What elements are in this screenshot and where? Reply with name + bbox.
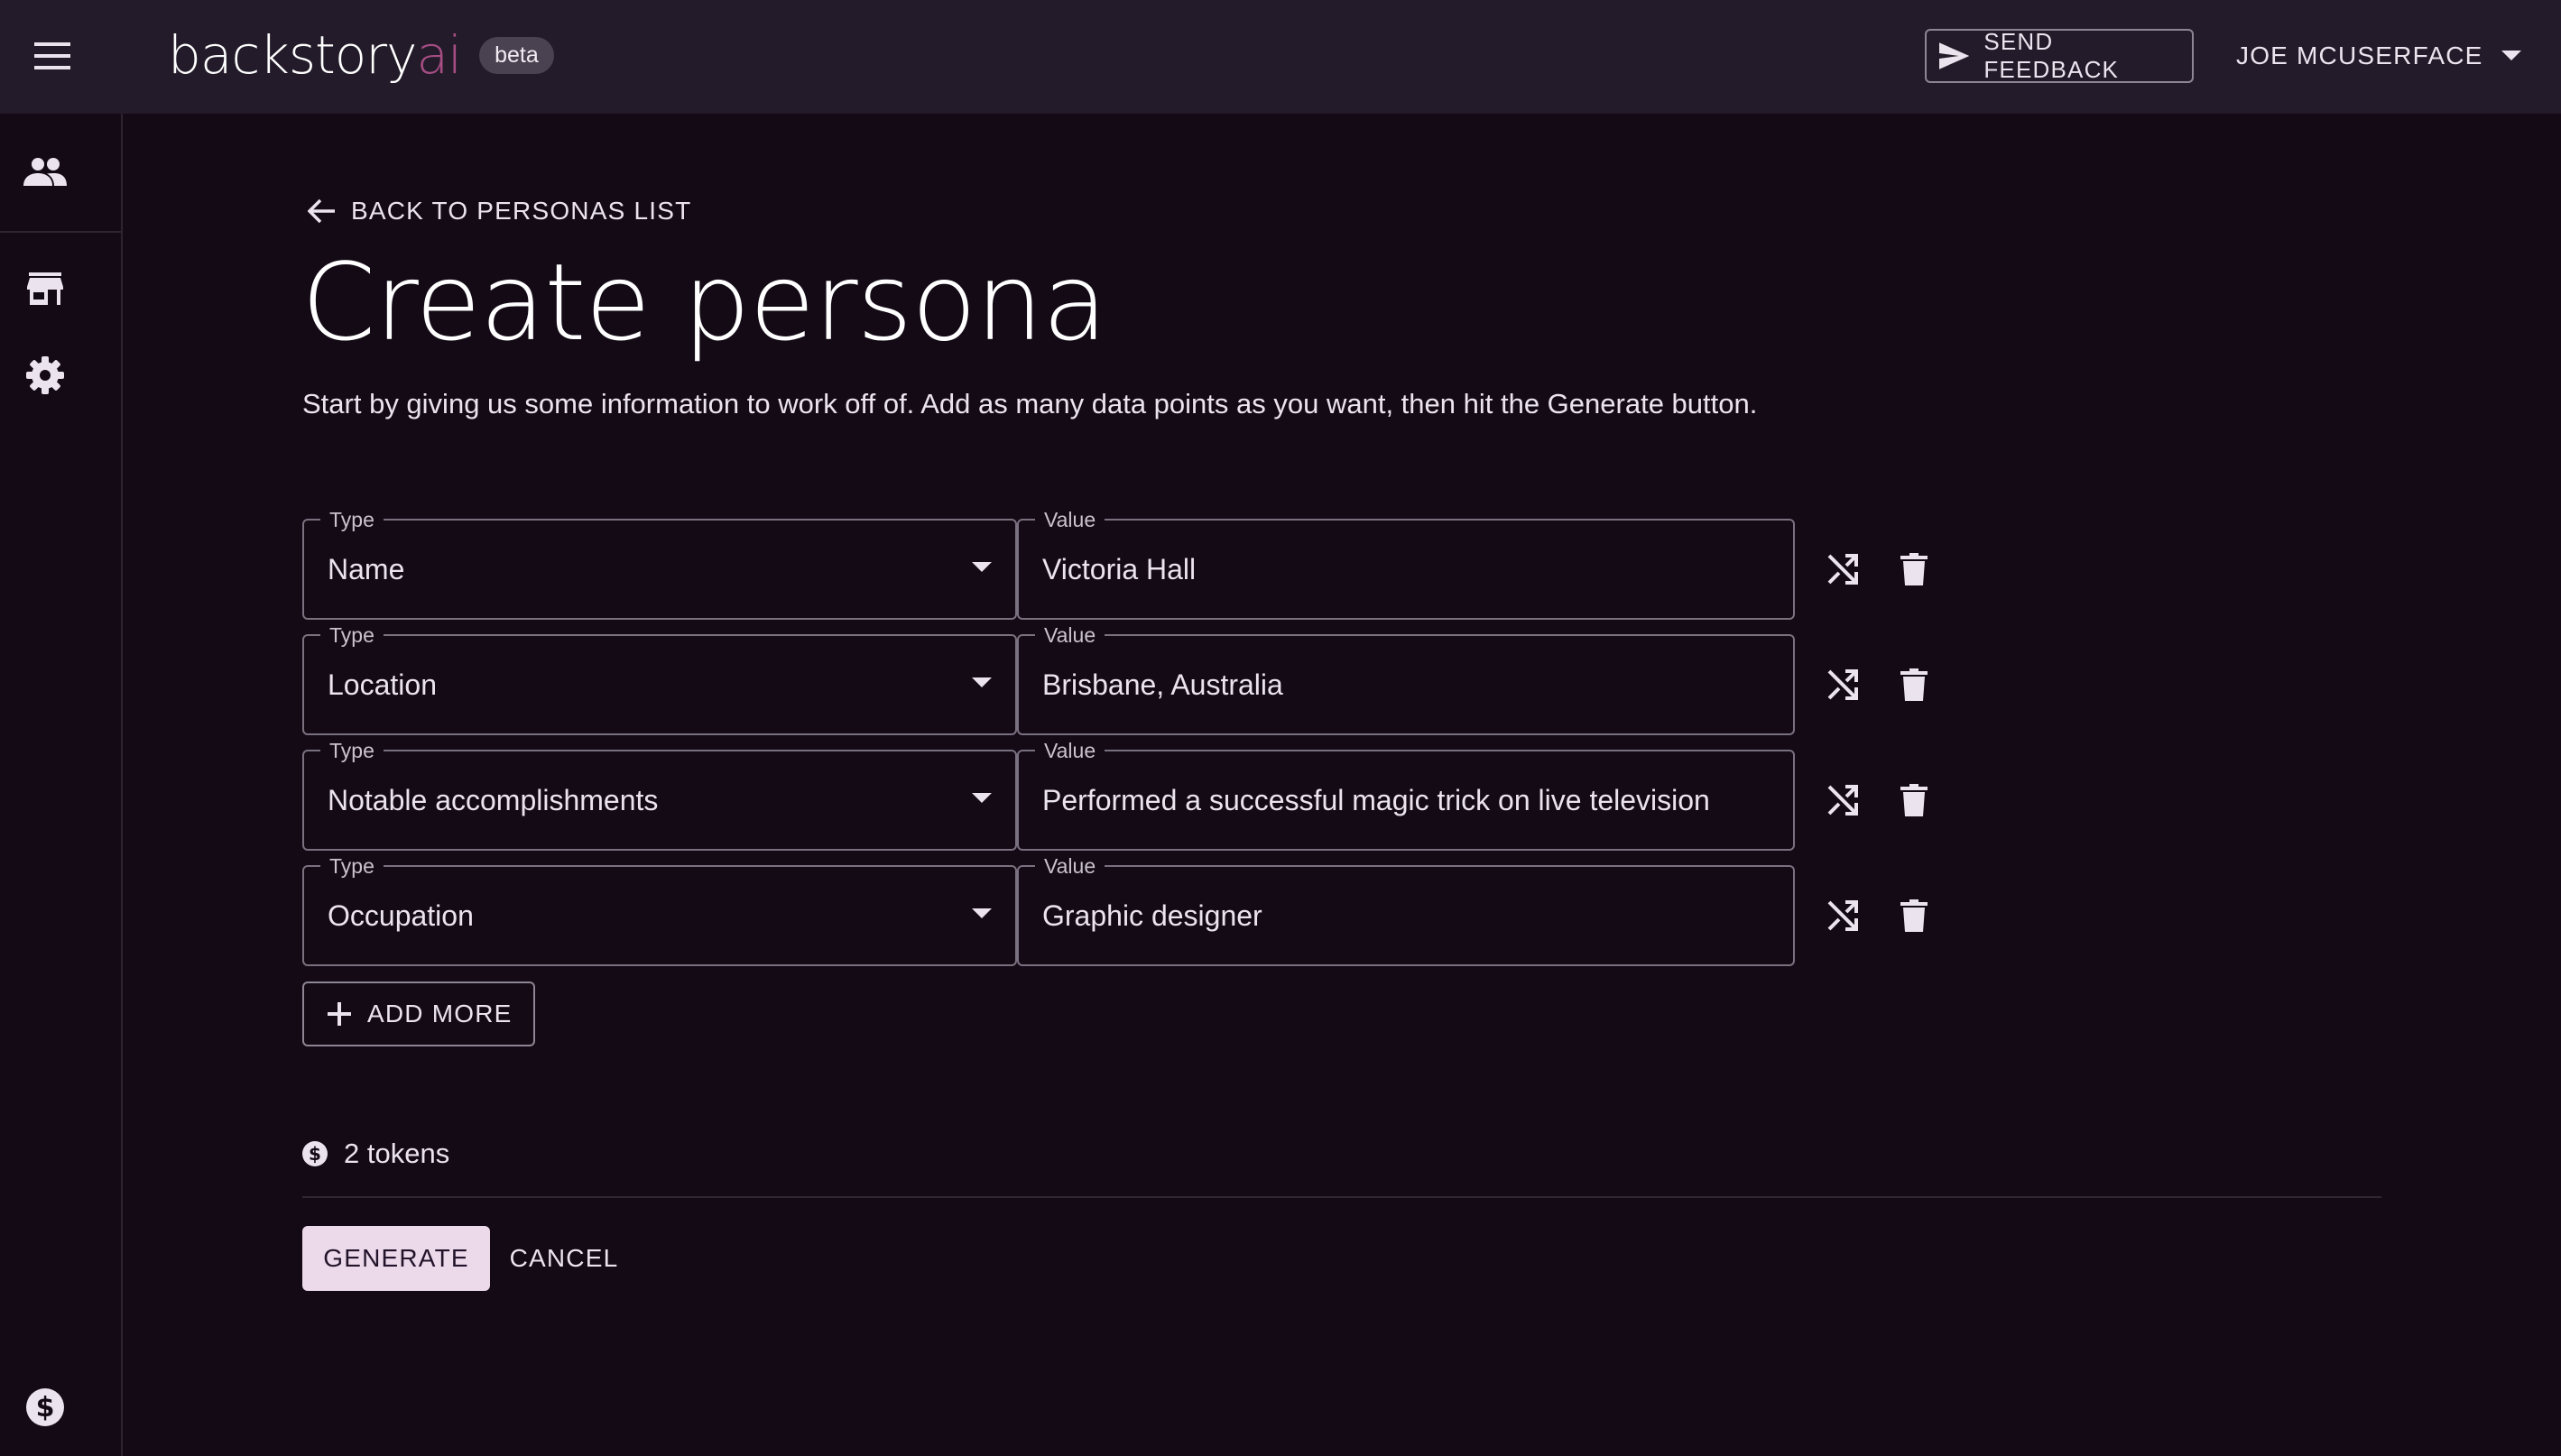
sidebar-item-store[interactable]: [16, 260, 74, 318]
dropdown-arrow-icon: [972, 562, 992, 572]
type-value: Occupation: [328, 898, 474, 932]
value-input[interactable]: Value Victoria Hall: [1017, 508, 1795, 620]
dropdown-arrow-icon: [972, 793, 992, 803]
user-name: JOE MCUSERFACE: [2236, 41, 2483, 69]
cancel-button[interactable]: CANCEL: [505, 1226, 623, 1291]
value-text: Brisbane, Australia: [1042, 668, 1283, 701]
actions-divider: [302, 1196, 2381, 1198]
type-select[interactable]: Type Name: [302, 508, 1017, 620]
dollar-circle-icon: $: [302, 1141, 328, 1166]
dollar-circle-icon: $: [26, 1388, 64, 1426]
hamburger-menu-icon: [34, 42, 70, 69]
sidebar: $: [0, 114, 123, 1456]
delete-button[interactable]: [1887, 542, 1941, 596]
sidebar-item-personas[interactable]: [16, 143, 74, 200]
trash-icon: [1900, 899, 1928, 932]
data-point-row: Type Occupation Value Graphic designer: [302, 854, 2071, 966]
send-icon: [1939, 42, 1970, 69]
delete-button[interactable]: [1887, 889, 1941, 943]
shuffle-icon: [1827, 669, 1858, 700]
send-feedback-button[interactable]: SEND FEEDBACK: [1925, 28, 2194, 83]
page-title: Create persona: [301, 240, 1107, 364]
page-subtitle: Start by giving us some information to w…: [302, 388, 1758, 419]
shuffle-button[interactable]: [1816, 658, 1870, 712]
app-bar: backstory ai beta SEND FEEDBACK JOE MCUSE…: [0, 0, 2561, 114]
trash-icon: [1900, 668, 1928, 701]
shuffle-icon: [1827, 900, 1858, 931]
delete-button[interactable]: [1887, 773, 1941, 827]
sidebar-item-billing[interactable]: $: [16, 1378, 74, 1436]
dropdown-arrow-icon: [972, 908, 992, 918]
token-cost: $ 2 tokens: [302, 1134, 449, 1174]
sidebar-divider: [0, 231, 121, 233]
value-text: Graphic designer: [1042, 898, 1262, 932]
user-menu[interactable]: JOE MCUSERFACE: [2236, 31, 2521, 81]
dropdown-arrow-icon: [972, 677, 992, 687]
sidebar-item-settings[interactable]: [16, 346, 74, 404]
arrow-left-icon: [308, 198, 335, 224]
trash-icon: [1900, 553, 1928, 585]
value-input[interactable]: Value Brisbane, Australia: [1017, 623, 1795, 735]
people-icon: [23, 158, 67, 186]
shuffle-button[interactable]: [1816, 542, 1870, 596]
shuffle-icon: [1827, 554, 1858, 585]
type-value: Notable accomplishments: [328, 783, 659, 816]
data-point-row: Type Location Value Brisbane, Australia: [302, 623, 2071, 735]
svg-text:$: $: [309, 1143, 321, 1165]
gear-icon: [26, 356, 64, 394]
caret-down-icon: [2501, 51, 2521, 60]
back-link-label: BACK TO PERSONAS LIST: [351, 197, 692, 225]
app-logo[interactable]: backstory ai beta: [168, 23, 554, 87]
data-point-row: Type Name Value Victoria Hall: [302, 508, 2071, 620]
value-input[interactable]: Value Performed a successful magic trick…: [1017, 739, 1795, 851]
shuffle-button[interactable]: [1816, 773, 1870, 827]
token-count: 2 tokens: [344, 1138, 450, 1169]
value-text: Performed a successful magic trick on li…: [1042, 783, 1710, 816]
value-text: Victoria Hall: [1042, 552, 1197, 585]
send-feedback-label: SEND FEEDBACK: [1983, 28, 2120, 83]
type-select[interactable]: Type Notable accomplishments: [302, 739, 1017, 851]
logo-accent-text: ai: [416, 24, 462, 86]
main-content: BACK TO PERSONAS LIST Create persona Sta…: [123, 114, 2561, 1456]
generate-button[interactable]: GENERATE: [302, 1226, 490, 1291]
store-icon: [27, 272, 63, 305]
shuffle-icon: [1827, 785, 1858, 816]
add-more-button[interactable]: ADD MORE: [302, 981, 535, 1046]
add-more-label: ADD MORE: [367, 1000, 513, 1027]
shuffle-button[interactable]: [1816, 889, 1870, 943]
type-value: Location: [328, 668, 437, 701]
plus-icon: [328, 1002, 351, 1026]
beta-badge: beta: [479, 36, 554, 74]
type-value: Name: [328, 552, 405, 585]
svg-text:$: $: [36, 1392, 55, 1424]
type-select[interactable]: Type Location: [302, 623, 1017, 735]
data-point-row: Type Notable accomplishments Value Perfo…: [302, 739, 2071, 851]
back-to-personas-link[interactable]: BACK TO PERSONAS LIST: [308, 186, 691, 236]
menu-button[interactable]: [23, 27, 81, 85]
delete-button[interactable]: [1887, 658, 1941, 712]
trash-icon: [1900, 784, 1928, 816]
value-input[interactable]: Value Graphic designer: [1017, 854, 1795, 966]
logo-text: backstory: [168, 24, 417, 86]
type-select[interactable]: Type Occupation: [302, 854, 1017, 966]
